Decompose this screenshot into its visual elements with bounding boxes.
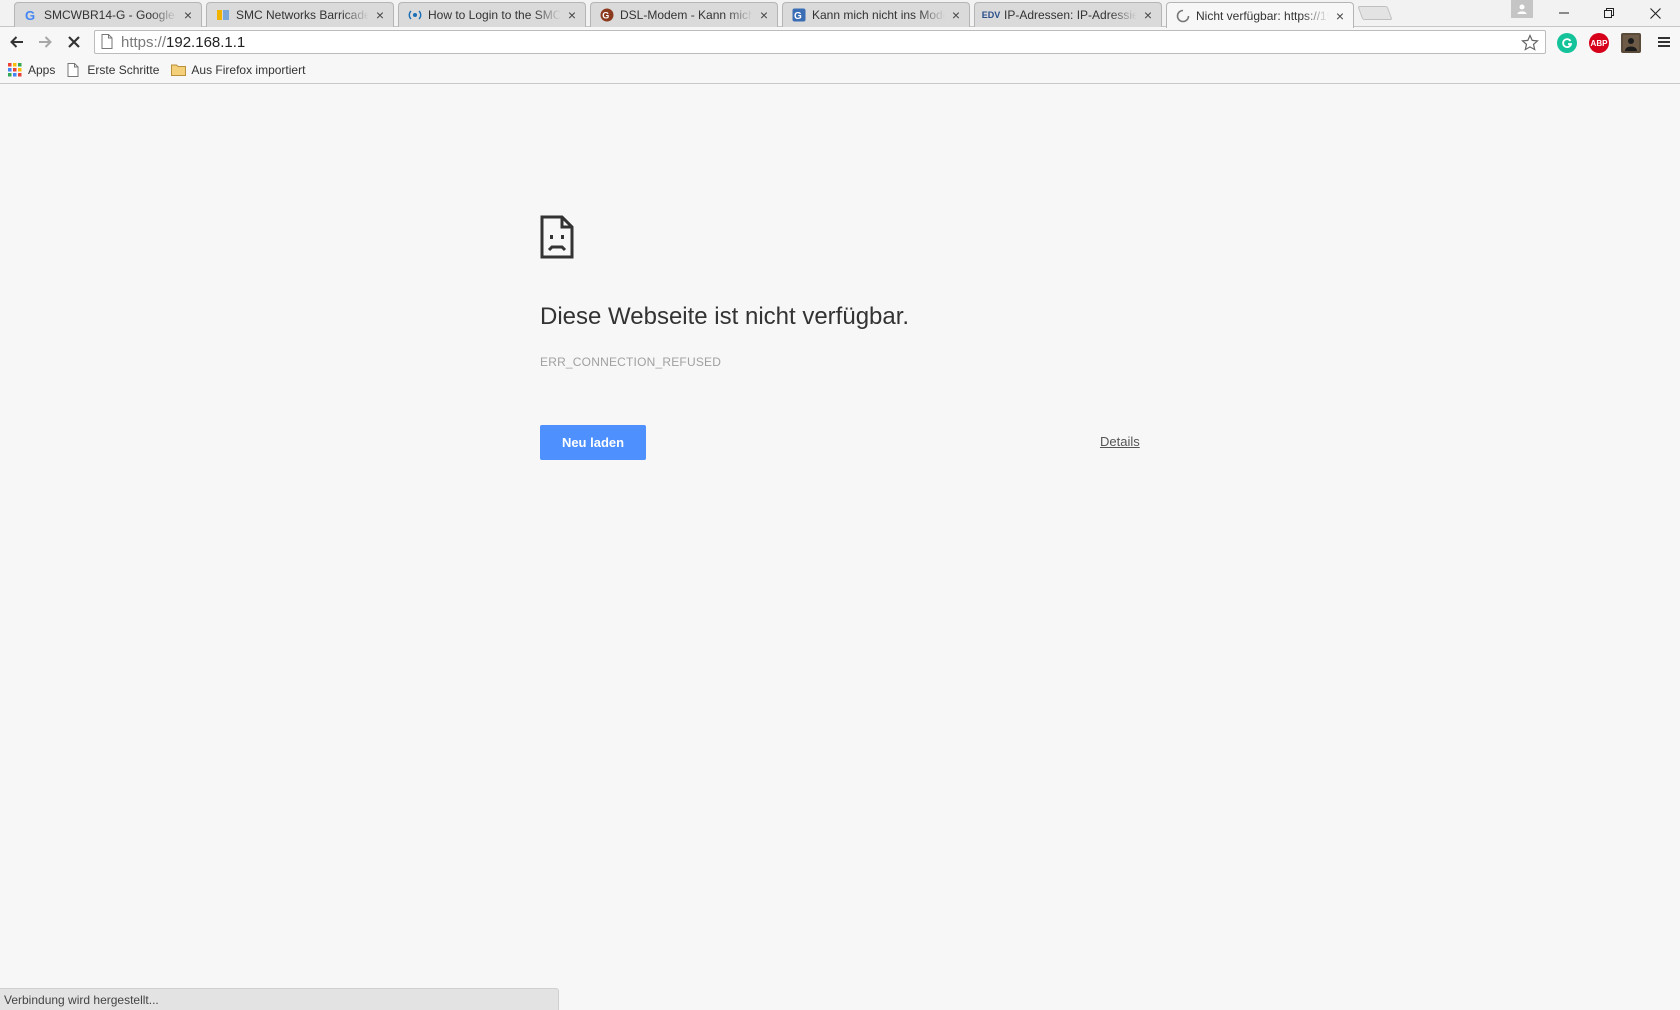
restore-icon[interactable] — [1587, 0, 1631, 26]
tab-label: SMCWBR14-G - Google-S — [44, 8, 177, 22]
bookmark-label: Erste Schritte — [87, 63, 160, 77]
tab-close-icon[interactable]: × — [565, 8, 579, 22]
forward-arrow-icon[interactable] — [33, 30, 57, 54]
google-icon: G — [23, 7, 39, 23]
tab-how-to-login[interactable]: How to Login to the SMC × — [398, 2, 586, 27]
address-bar[interactable]: https://192.168.1.1 — [94, 30, 1546, 54]
edv-icon: EDV — [981, 10, 1001, 20]
tab-label: DSL-Modem - Kann mich — [620, 8, 753, 22]
tab-close-icon[interactable]: × — [949, 8, 963, 22]
back-arrow-icon[interactable] — [5, 30, 29, 54]
bookmark-erste-schritte[interactable]: Erste Schritte — [67, 63, 159, 77]
tab-close-icon[interactable]: × — [373, 8, 387, 22]
bookmark-apps[interactable]: Apps — [8, 63, 55, 77]
profile-switcher-icon[interactable] — [1511, 0, 1533, 18]
tab-strip: G SMCWBR14-G - Google-S × SMC Networks B… — [0, 0, 1680, 28]
bookmarks-bar: Apps Erste Schritte Aus Firefox importie… — [0, 57, 1680, 84]
bookmark-label: Apps — [28, 63, 56, 77]
tab-close-icon[interactable]: × — [1333, 9, 1347, 23]
wifi-icon — [407, 7, 423, 23]
apps-grid-icon — [8, 63, 22, 77]
tab-kann-mich-nicht[interactable]: G Kann mich nicht ins Mode × — [782, 2, 970, 27]
folder-icon — [171, 63, 187, 77]
page-icon — [101, 34, 115, 50]
bookmark-star-icon[interactable] — [1521, 34, 1539, 52]
page-icon — [67, 63, 81, 77]
tab-smc-barricade[interactable]: SMC Networks Barricade × — [206, 2, 394, 27]
url-scheme: https:// — [121, 33, 167, 51]
tab-label: How to Login to the SMC — [428, 8, 561, 22]
tab-close-icon[interactable]: × — [757, 8, 771, 22]
menu-hamburger-icon[interactable] — [1652, 30, 1676, 54]
tab-ip-adressen[interactable]: EDV IP-Adressen: IP-Adressier × — [974, 2, 1162, 27]
profile-avatar-icon[interactable] — [1621, 33, 1641, 53]
forum-icon: G — [599, 7, 615, 23]
new-tab-button[interactable] — [1357, 6, 1393, 20]
tab-close-icon[interactable]: × — [181, 8, 195, 22]
tab-label: SMC Networks Barricade — [236, 8, 369, 22]
url-host: 192.168.1.1 — [166, 33, 246, 51]
chat-icon: G — [791, 7, 807, 23]
error-page: Diese Webseite ist nicht verfügbar. ERR_… — [0, 85, 1680, 1010]
bookmark-folder-firefox[interactable]: Aus Firefox importiert — [171, 63, 305, 77]
tab-label: IP-Adressen: IP-Adressier — [1004, 8, 1137, 22]
svg-text:G: G — [25, 8, 35, 22]
grammarly-icon[interactable] — [1557, 33, 1577, 53]
sad-document-icon — [540, 215, 574, 259]
bookmark-icon — [215, 7, 231, 23]
reload-button[interactable]: Neu laden — [540, 425, 646, 460]
loading-spinner-icon — [1175, 8, 1191, 24]
adblock-plus-icon[interactable]: ABP — [1589, 33, 1609, 53]
error-title: Diese Webseite ist nicht verfügbar. — [540, 303, 910, 330]
details-link[interactable]: Details — [1100, 434, 1140, 449]
minimize-icon[interactable] — [1542, 0, 1586, 26]
tab-nicht-verfuegbar[interactable]: Nicht verfügbar: https://19 × — [1166, 2, 1354, 28]
tab-label: Kann mich nicht ins Mode — [812, 8, 945, 22]
tab-label: Nicht verfügbar: https://19 — [1196, 8, 1329, 23]
tab-dsl-modem[interactable]: G DSL-Modem - Kann mich × — [590, 2, 778, 27]
svg-text:G: G — [602, 11, 609, 21]
tab-google-search[interactable]: G SMCWBR14-G - Google-S × — [14, 2, 202, 27]
close-icon[interactable] — [1633, 0, 1677, 26]
bookmark-label: Aus Firefox importiert — [191, 63, 306, 77]
svg-text:G: G — [794, 11, 802, 22]
error-code: ERR_CONNECTION_REFUSED — [540, 355, 722, 369]
browser-toolbar: https://192.168.1.1 ABP — [0, 27, 1680, 57]
tab-close-icon[interactable]: × — [1141, 8, 1155, 22]
stop-loading-icon[interactable] — [62, 30, 86, 54]
status-bubble: Verbindung wird hergestellt... — [0, 988, 559, 1010]
